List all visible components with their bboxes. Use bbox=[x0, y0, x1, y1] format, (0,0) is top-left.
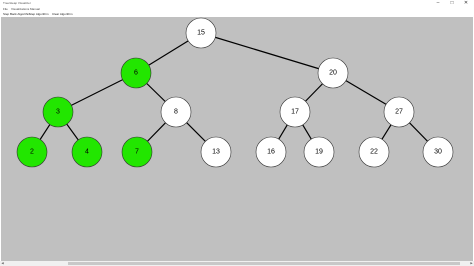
horizontal-scrollbar[interactable]: ◀ ▶ bbox=[0, 261, 474, 266]
tree-node-4: 4 bbox=[71, 136, 103, 168]
minimize-button[interactable]: – bbox=[432, 0, 444, 7]
nodes-layer: 15 6 20 3 8 17 27 2 4 7 13 16 19 22 30 bbox=[16, 17, 454, 168]
tree-node-7: 7 bbox=[121, 136, 153, 168]
tree-node-19: 19 bbox=[303, 136, 335, 168]
node-label: 8 bbox=[174, 109, 178, 116]
node-label: 27 bbox=[395, 109, 403, 116]
tree-node-16: 16 bbox=[255, 136, 287, 168]
node-label: 3 bbox=[56, 109, 60, 116]
close-button[interactable]: ✕ bbox=[460, 0, 472, 7]
node-label: 4 bbox=[85, 149, 89, 156]
tree-node-8: 8 bbox=[160, 96, 192, 128]
node-label: 6 bbox=[134, 70, 138, 77]
node-label: 19 bbox=[315, 149, 323, 156]
tree-canvas[interactable]: 15 6 20 3 8 17 27 2 4 7 13 16 19 22 30 bbox=[1, 17, 473, 261]
node-label: 22 bbox=[370, 149, 378, 156]
tree-node-3: 3 bbox=[42, 96, 74, 128]
tree-node-13: 13 bbox=[200, 136, 232, 168]
tree-node-22: 22 bbox=[358, 136, 390, 168]
window-title: Tree/Heap Visualizer bbox=[3, 1, 31, 5]
tree-edge bbox=[200, 32, 334, 74]
tree-node-30: 30 bbox=[422, 136, 454, 168]
scrollbar-thumb[interactable] bbox=[68, 262, 460, 265]
node-label: 17 bbox=[291, 109, 299, 116]
node-label: 20 bbox=[329, 70, 337, 77]
node-label: 15 bbox=[197, 30, 205, 37]
tree-node-6: 6 bbox=[120, 57, 152, 89]
tree-graphic: 15 6 20 3 8 17 27 2 4 7 13 16 19 22 30 bbox=[16, 17, 454, 168]
tree-node-17: 17 bbox=[279, 96, 311, 128]
node-label: 13 bbox=[212, 149, 220, 156]
title-bar: Tree/Heap Visualizer – □ ✕ bbox=[0, 0, 474, 7]
tree-node-27: 27 bbox=[383, 96, 415, 128]
scroll-right-icon[interactable]: ▶ bbox=[469, 261, 474, 266]
node-label: 7 bbox=[135, 149, 139, 156]
node-label: 30 bbox=[434, 149, 442, 156]
node-label: 16 bbox=[267, 149, 275, 156]
tree-node-15: 15 bbox=[185, 17, 217, 49]
scroll-left-icon[interactable]: ◀ bbox=[0, 261, 5, 266]
node-label: 2 bbox=[30, 149, 34, 156]
tree-node-20: 20 bbox=[317, 57, 349, 89]
maximize-button[interactable]: □ bbox=[446, 0, 458, 7]
edges-layer bbox=[31, 32, 439, 153]
tree-node-2: 2 bbox=[16, 136, 48, 168]
